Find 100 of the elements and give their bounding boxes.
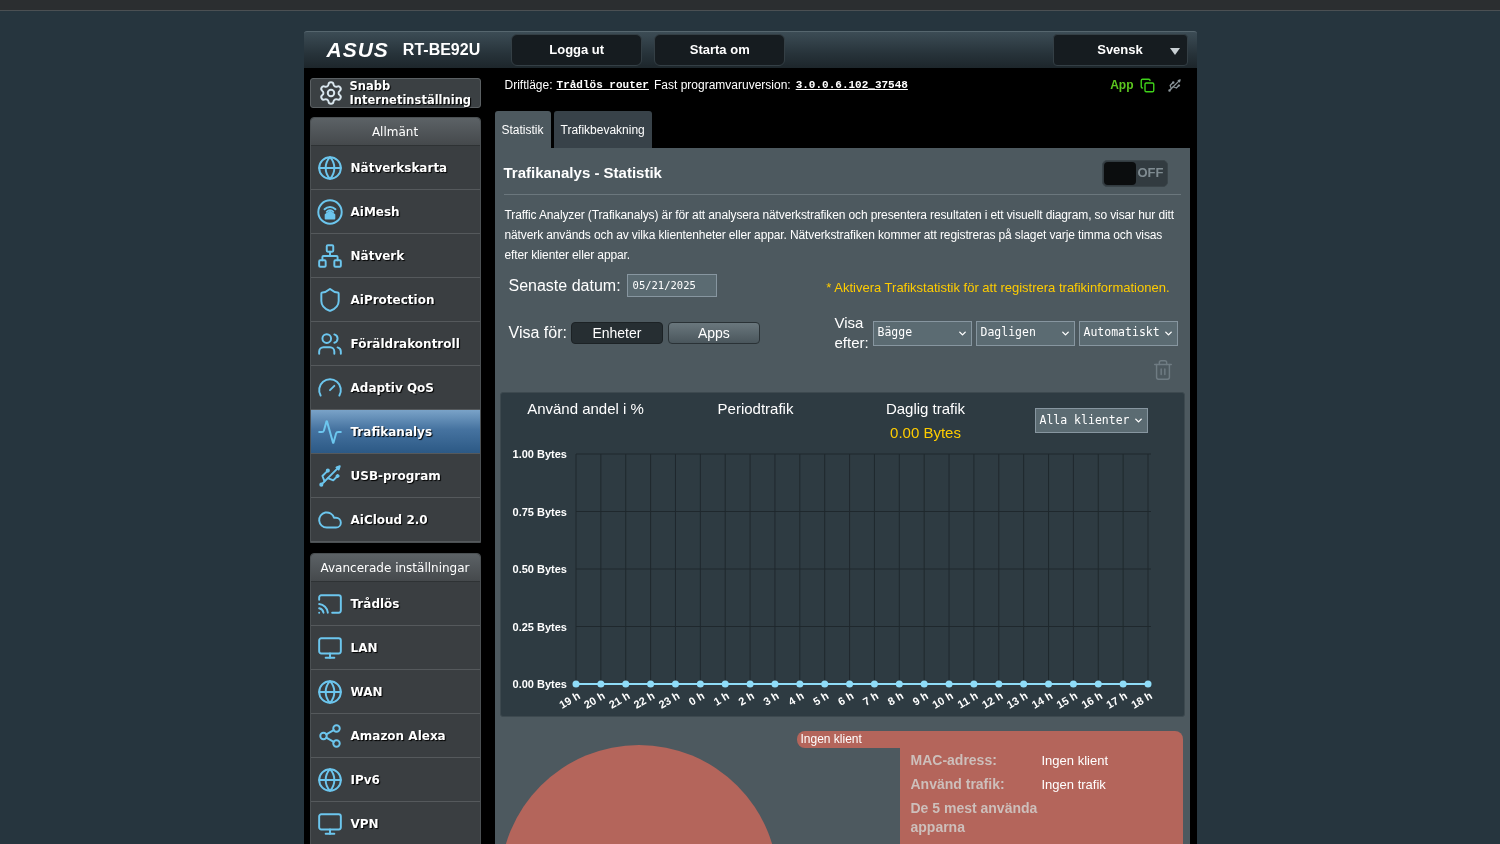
panel-title: Trafikanalys - Statistik	[503, 162, 662, 183]
globe-icon	[316, 766, 343, 793]
x-axis-label: 23 h	[655, 689, 681, 711]
monitor-icon	[316, 634, 343, 661]
x-axis-label: 0 h	[686, 689, 706, 708]
x-axis-label: 12 h	[979, 689, 1005, 711]
data-point	[696, 680, 704, 688]
x-axis-label: 3 h	[760, 689, 781, 708]
show-for-label: Visa för:	[508, 323, 567, 343]
x-axis-label: 5 h	[810, 689, 831, 708]
data-point	[1119, 680, 1127, 688]
firmware-label: Fast programvaruversion:	[653, 77, 791, 94]
data-point	[870, 680, 878, 688]
x-axis-label: 13 h	[1004, 689, 1030, 711]
view-toggle-button[interactable]: Enheter	[570, 322, 663, 344]
home-wifi-icon	[316, 198, 343, 225]
chart-heading: Daglig trafik	[885, 400, 966, 418]
language-select[interactable]: Svensk	[1052, 34, 1188, 66]
data-point	[770, 680, 778, 688]
x-axis-label: 20 h	[581, 689, 607, 711]
y-axis-label: 0.00 Bytes	[512, 678, 567, 690]
brand-logo: ASUS	[326, 38, 389, 62]
data-point	[920, 680, 928, 688]
data-point	[572, 680, 579, 688]
detail-label: MAC-adress:	[910, 751, 998, 770]
app-link[interactable]: App	[1110, 76, 1134, 94]
x-axis-label: 21 h	[606, 689, 632, 711]
daily-total-value: 0.00 Bytes	[890, 424, 961, 442]
activation-notice: * Aktivera Trafikstatistik för att registrera trafikinformationen.	[826, 279, 1170, 298]
quick-setup-button[interactable]: Snabb Internetinställning	[309, 78, 481, 108]
overlapping-squares-icon[interactable]	[1139, 77, 1155, 93]
data-point	[795, 680, 803, 688]
x-axis-label: 14 h	[1028, 689, 1054, 711]
filter-select[interactable]: Bägge	[872, 320, 972, 346]
detail-label: De 5 mest använda apparna	[910, 799, 1039, 837]
network-icon	[316, 242, 343, 269]
router-model: RT-BE92U	[402, 40, 481, 60]
x-axis-label: 15 h	[1053, 689, 1079, 711]
data-point	[1094, 680, 1102, 688]
operation-mode-link[interactable]: Trådlös router	[556, 76, 649, 94]
data-point	[945, 680, 953, 688]
x-axis-label: 6 h	[835, 689, 856, 708]
detail-label: Använd trafik:	[910, 775, 1006, 794]
data-point	[1019, 680, 1027, 688]
monitor-icon	[316, 810, 343, 837]
date-field[interactable]: 05/21/2025	[626, 274, 717, 297]
gear-icon	[317, 80, 344, 106]
data-point	[1144, 680, 1151, 688]
sidebar-item[interactable]: Trafikanalys	[310, 410, 480, 454]
x-axis-label: 18 h	[1128, 689, 1154, 711]
globe-icon	[316, 154, 343, 181]
x-axis-label: 1 h	[710, 689, 731, 708]
x-axis-label: 8 h	[885, 689, 905, 708]
x-axis-label: 4 h	[785, 689, 806, 708]
y-axis-label: 0.25 Bytes	[512, 620, 567, 633]
client-select[interactable]: Alla klienter	[1034, 408, 1148, 433]
firmware-version-link[interactable]: 3.0.0.6.102_37548	[795, 76, 908, 94]
users-icon	[316, 330, 343, 357]
chevron-down-icon	[1132, 415, 1144, 426]
x-axis-label: 10 h	[929, 689, 955, 711]
logout-button[interactable]: Logga ut	[511, 34, 643, 66]
y-axis-label: 0.75 Bytes	[512, 505, 567, 518]
x-axis-label: 11 h	[954, 689, 980, 711]
x-axis-label: 9 h	[909, 689, 930, 708]
menu-group-header: Avancerade inställningar	[310, 554, 480, 582]
tab[interactable]: Trafikbevakning	[553, 111, 652, 148]
globe-icon	[316, 678, 343, 705]
x-axis-label: 7 h	[860, 689, 880, 708]
data-point	[746, 680, 754, 688]
usb-icon	[316, 462, 343, 489]
data-point	[820, 680, 828, 688]
pulse-icon	[316, 418, 343, 445]
data-point	[721, 680, 729, 688]
latest-date-label: Senaste datum:	[508, 275, 621, 296]
chart-heading: Periodtrafik	[717, 400, 794, 418]
data-point	[969, 680, 977, 688]
filter-select[interactable]: Dagligen	[975, 320, 1075, 346]
restart-button[interactable]: Starta om	[654, 34, 786, 66]
data-point	[596, 680, 604, 688]
y-axis-label: 1.00 Bytes	[512, 448, 567, 460]
data-point	[646, 680, 654, 688]
data-point	[1044, 680, 1052, 688]
data-point	[895, 680, 903, 688]
client-name-label: Ingen klient	[796, 731, 1183, 748]
filter-select[interactable]: Automatiskt	[1078, 320, 1178, 346]
detail-value: Ingen trafik	[1041, 776, 1106, 794]
description-text: Traffic Analyzer (Trafikanalys) är för att analysera nätverkstrafiken och presentera resultaten i ett visuellt diagram, so visar hur ditt nätverk används och av vilka klientenheter eller appar. Nätverkstrafiken kommer att registreras på slaget varje timma och visas efter klienter eller appar.	[503, 207, 1175, 264]
show-by-label: Visa efter:	[834, 313, 870, 353]
x-axis-label: 2 h	[735, 689, 756, 708]
x-axis-label: 19 h	[556, 689, 582, 711]
dropdown-triangle-icon	[1169, 48, 1180, 55]
x-axis-label: 22 h	[631, 689, 657, 711]
x-axis-label: 16 h	[1078, 689, 1104, 711]
view-toggle-button[interactable]: Apps	[667, 322, 760, 344]
data-point	[1069, 680, 1077, 688]
x-axis-label: 17 h	[1103, 689, 1129, 711]
tab[interactable]: Statistik	[494, 111, 551, 148]
data-point	[845, 680, 853, 688]
data-point	[994, 680, 1002, 688]
menu-group-header: Allmänt	[310, 118, 480, 146]
